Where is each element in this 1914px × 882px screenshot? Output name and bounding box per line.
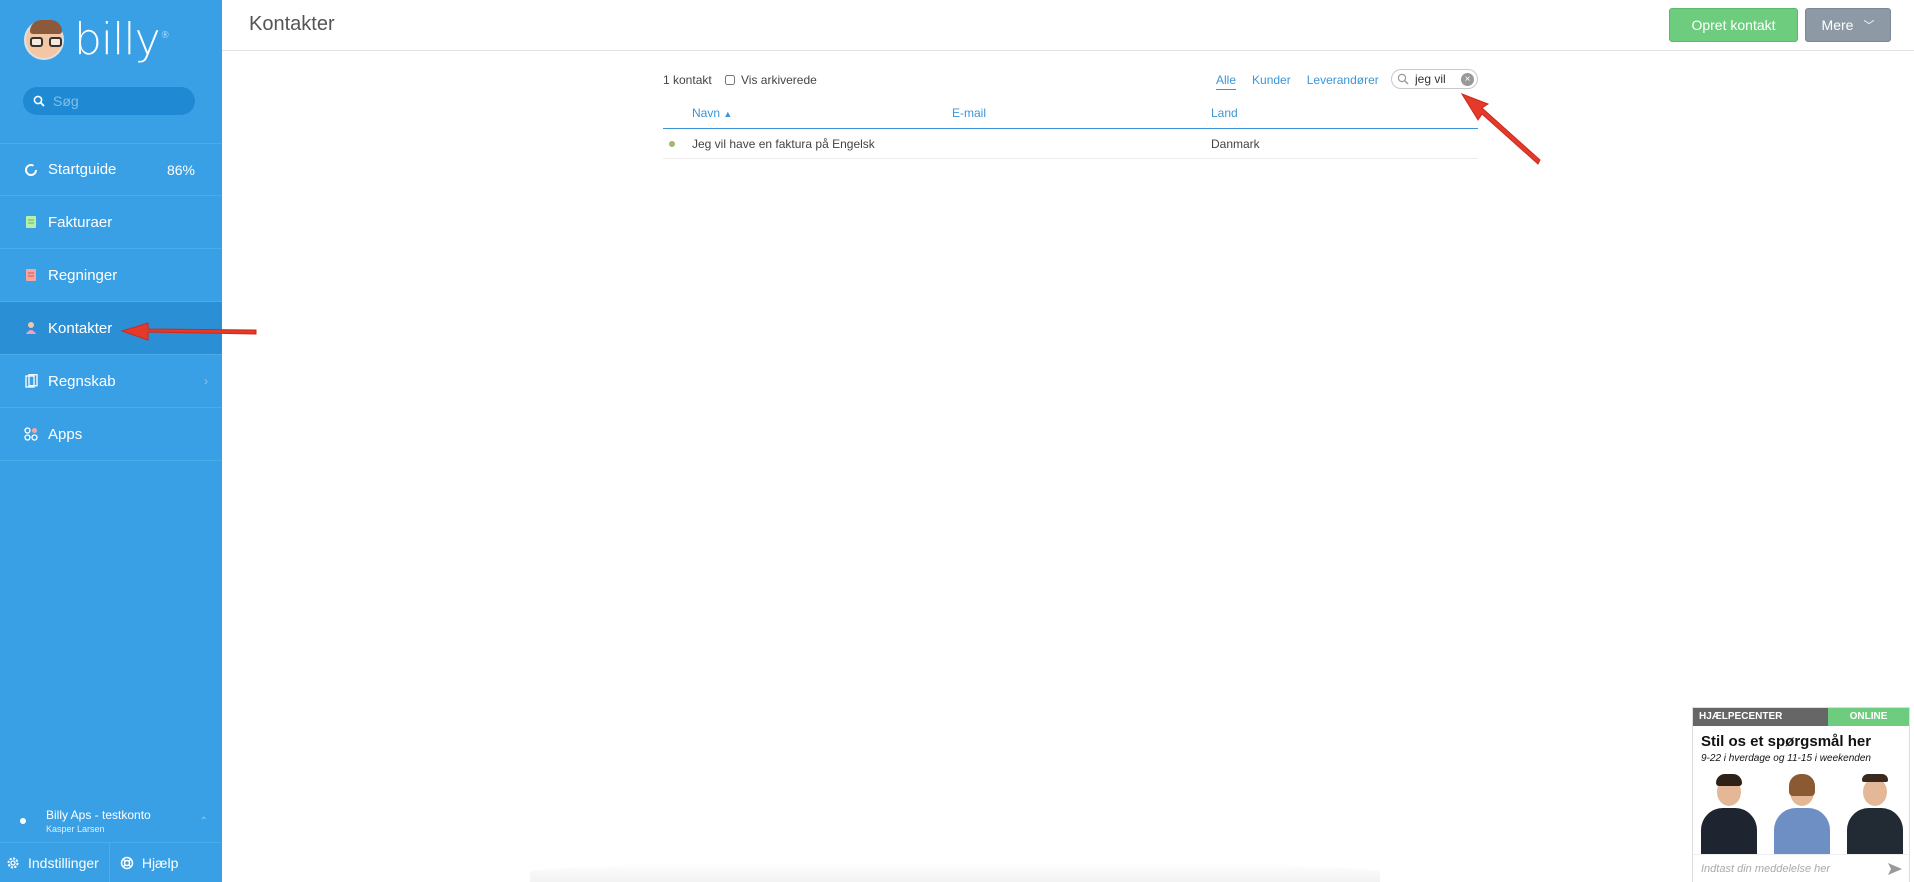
column-header-email[interactable]: E-mail [952,106,986,120]
support-person [1845,774,1905,854]
contact-count: 1 kontakt [663,73,712,87]
sidebar-item-label: Regninger [48,266,118,284]
sidebar-item-kontakter[interactable]: Kontakter [0,302,222,355]
logo-text: billy® [74,14,170,65]
help-widget-title: Stil os et spørgsmål her [1701,733,1872,750]
column-header-country[interactable]: Land [1211,106,1238,120]
table-header: Navn ▲ E-mail Land [663,105,1478,129]
settings-button[interactable]: Indstillinger [0,843,99,882]
search-icon [33,95,45,107]
contacts-table: Navn ▲ E-mail Land Jeg vil have en faktu… [663,105,1478,159]
contact-filter-tabs: Alle Kunder Leverandører [1216,73,1395,90]
sidebar-item-label: Kontakter [48,319,113,337]
apps-icon [24,427,38,441]
page-title: Kontakter [249,13,335,35]
search-icon [1397,73,1409,85]
help-message-field[interactable] [1693,854,1911,882]
filter-suppliers[interactable]: Leverandører [1307,73,1379,90]
account-user: Kasper Larsen [46,824,105,834]
filter-customers[interactable]: Kunder [1252,73,1291,90]
account-switcher[interactable]: Billy Aps - testkonto Kasper Larsen ⌃ [0,800,222,842]
sidebar: billy® Startguide 86% Fakturaer Regninge… [0,0,222,882]
startguide-progress: 86% [166,161,195,178]
table-row[interactable]: Jeg vil have en faktura på Engelsk Danma… [663,129,1478,159]
contact-name[interactable]: Jeg vil have en faktura på Engelsk [692,137,875,151]
sidebar-bottom-bar: Indstillinger Hjælp [0,842,222,882]
support-team-photo [1693,774,1911,854]
filter-all[interactable]: Alle [1216,73,1237,90]
sidebar-item-label: Apps [48,425,83,443]
books-icon [24,374,38,388]
clear-search-icon[interactable]: × [1461,73,1474,86]
support-person [1699,774,1759,854]
send-icon[interactable] [1887,862,1903,876]
more-button[interactable]: Mere ﹀ [1805,8,1891,42]
show-archived-toggle[interactable]: Vis arkiverede [725,73,817,87]
chevron-right-icon: › [204,374,208,388]
show-archived-label: Vis arkiverede [741,73,817,87]
person-icon [24,321,38,335]
account-avatar [20,818,26,824]
help-chat-widget[interactable]: HJÆLPECENTER ONLINE Stil os et spørgsmål… [1692,707,1911,882]
sidebar-item-regninger[interactable]: Regninger [0,249,222,302]
chevron-up-icon: ⌃ [199,815,208,827]
bottom-shadow [530,862,1380,882]
sidebar-item-label: Startguide [48,161,117,178]
page-header: Kontakter Opret kontakt Mere ﹀ [222,0,1914,51]
chevron-down-icon: ﹀ [1863,20,1875,32]
contact-search[interactable]: × [1391,69,1478,89]
invoice-icon [24,215,38,229]
lifebuoy-icon [120,856,134,869]
help-widget-header: HJÆLPECENTER ONLINE [1693,708,1909,726]
settings-label: Indstillinger [28,854,99,871]
contact-search-input[interactable] [1415,72,1455,86]
sidebar-item-regnskab[interactable]: Regnskab › [0,355,222,408]
sidebar-nav: Startguide 86% Fakturaer Regninger Konta… [0,143,222,461]
help-label: Hjælp [141,854,179,871]
sidebar-item-fakturaer[interactable]: Fakturaer [0,196,222,249]
sidebar-item-label: Fakturaer [48,213,113,231]
gear-icon [7,857,19,868]
online-status-badge: ONLINE [1828,708,1909,726]
help-button[interactable]: Hjælp [108,842,179,882]
help-center-label: HJÆLPECENTER [1693,708,1828,726]
billy-logo[interactable]: billy® [24,14,170,65]
create-contact-button[interactable]: Opret kontakt [1669,8,1798,42]
sidebar-search[interactable] [23,87,195,115]
more-label: Mere [1821,17,1854,33]
circle-progress-icon [24,163,38,177]
help-widget-hours: 9-22 i hverdage og 11-15 i weekenden [1701,753,1871,764]
sidebar-item-startguide[interactable]: Startguide 86% [0,143,222,196]
help-message-input[interactable] [1701,862,1871,875]
sidebar-search-input[interactable] [53,93,183,109]
support-person [1772,774,1832,854]
column-header-name[interactable]: Navn ▲ [692,106,732,120]
contacts-toolbar: 1 kontakt Vis arkiverede Alle Kunder Lev… [663,69,1478,92]
bill-icon [24,268,38,282]
sidebar-item-label: Regnskab [48,372,116,390]
show-archived-checkbox[interactable] [725,75,735,85]
account-name: Billy Aps - testkonto [46,808,151,822]
contact-type-icon [669,141,675,147]
logo-mascot-icon [24,20,64,60]
sidebar-item-apps[interactable]: Apps [0,408,222,461]
contact-country: Danmark [1211,137,1260,151]
sort-asc-icon: ▲ [723,109,733,119]
